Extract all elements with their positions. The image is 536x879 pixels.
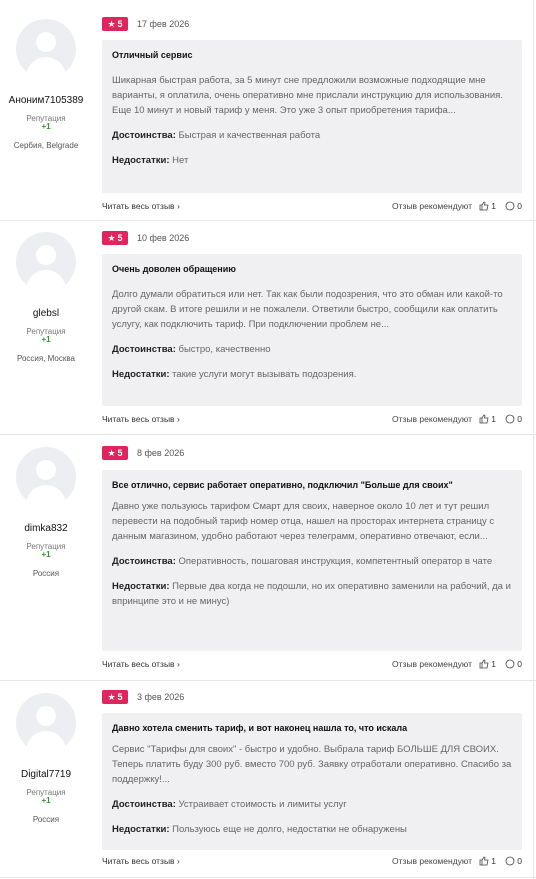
read-more-link[interactable]: Читать весь отзыв › [102, 201, 180, 211]
comments-button[interactable]: 0 [505, 414, 522, 424]
review-cons: Недостатки: Нет [112, 155, 189, 166]
reputation-value: +1 [41, 796, 51, 805]
reviewer-info: glebsl Репутация +1 Россия, Москва [0, 232, 92, 363]
star-icon: ★ [107, 18, 116, 29]
comments-button[interactable]: 0 [505, 856, 522, 866]
avatar[interactable] [16, 693, 76, 753]
review-date: 10 фев 2026 [137, 233, 190, 243]
avatar[interactable] [16, 19, 76, 79]
chevron-right-icon: › [176, 659, 180, 669]
recommend-label: Отзыв рекомендуют [392, 856, 472, 866]
comment-icon [505, 659, 515, 669]
star-icon: ★ [107, 447, 116, 458]
username[interactable]: Digital7719 [0, 769, 92, 780]
review-title: Очень доволен обращению [112, 264, 236, 274]
review-cons: Недостатки: такие услуги могут вызывать … [112, 369, 357, 380]
review-date: 8 фев 2026 [137, 448, 185, 458]
comments-button[interactable]: 0 [505, 659, 522, 669]
review-body: Отличный сервис Шикарная быстрая работа,… [102, 40, 522, 193]
review-body: Все отлично, сервис работает оперативно,… [102, 470, 522, 651]
review-body: Очень доволен обращению Долго думали обр… [102, 254, 522, 406]
comment-icon [505, 201, 515, 211]
review-text: Сервис "Тарифы для своих" - быстро и удо… [112, 744, 512, 785]
review-cons: Недостатки: Пользуюсь еще не долго, недо… [112, 824, 407, 835]
rating-badge: ★ 5 [102, 17, 128, 31]
read-more-link[interactable]: Читать весь отзыв › [102, 659, 180, 669]
rating-badge: ★ 5 [102, 446, 128, 460]
like-button[interactable]: 1 [479, 659, 496, 669]
review-title: Давно хотела сменить тариф, и вот наконе… [112, 723, 408, 733]
username[interactable]: dimka832 [0, 523, 92, 534]
rating-badge: ★ 5 [102, 690, 128, 704]
read-more-link[interactable]: Читать весь отзыв › [102, 856, 180, 866]
read-more-link[interactable]: Читать весь отзыв › [102, 414, 180, 424]
user-location: Россия, Москва [17, 354, 75, 363]
review-title: Отличный сервис [112, 50, 193, 60]
reputation-value: +1 [41, 550, 51, 559]
star-icon: ★ [107, 691, 116, 702]
user-location: Сербия, Belgrade [13, 141, 79, 150]
review-pros: Достоинства: Быстрая и качественная рабо… [112, 130, 321, 141]
review-title: Все отлично, сервис работает оперативно,… [112, 480, 453, 490]
like-button[interactable]: 1 [479, 414, 496, 424]
rating-badge: ★ 5 [102, 231, 128, 245]
review-text: Давно уже пользуюсь тарифом Смарт для св… [112, 501, 495, 542]
username[interactable]: Аноним7105389 [0, 95, 92, 106]
review-cons: Недостатки: Первые два когда не подошли,… [112, 581, 511, 607]
review-text: Долго думали обратиться или нет. Так как… [112, 289, 503, 330]
chevron-right-icon: › [176, 856, 180, 866]
recommend-label: Отзыв рекомендуют [392, 414, 472, 424]
review-text: Шикарная быстрая работа, за 5 минут сне … [112, 75, 503, 116]
recommend-label: Отзыв рекомендуют [392, 201, 472, 211]
recommend-label: Отзыв рекомендуют [392, 659, 472, 669]
username[interactable]: glebsl [0, 308, 92, 319]
reviewer-info: Digital7719 Репутация +1 Россия [0, 693, 92, 824]
review-pros: Достоинства: быстро, качественно [112, 344, 271, 355]
avatar[interactable] [16, 232, 76, 292]
thumbs-up-icon [479, 201, 489, 211]
comment-icon [505, 414, 515, 424]
reputation-value: +1 [41, 122, 51, 131]
chevron-right-icon: › [176, 414, 180, 424]
reviewer-info: dimka832 Репутация +1 Россия [0, 447, 92, 578]
thumbs-up-icon [479, 414, 489, 424]
like-button[interactable]: 1 [479, 856, 496, 866]
user-location: Россия [32, 815, 60, 824]
star-icon: ★ [107, 232, 116, 243]
review-date: 17 фев 2026 [137, 19, 190, 29]
comments-button[interactable]: 0 [505, 201, 522, 211]
thumbs-up-icon [479, 856, 489, 866]
like-button[interactable]: 1 [479, 201, 496, 211]
review-body: Давно хотела сменить тариф, и вот наконе… [102, 713, 522, 850]
review-pros: Достоинства: Оперативность, пошаговая ин… [112, 556, 493, 567]
user-location: Россия [32, 569, 60, 578]
avatar[interactable] [16, 447, 76, 507]
comment-icon [505, 856, 515, 866]
review-pros: Достоинства: Устраивает стоимость и лими… [112, 799, 347, 810]
reviewer-info: Аноним7105389 Репутация +1 Сербия, Belgr… [0, 19, 92, 150]
reputation-value: +1 [41, 335, 51, 344]
thumbs-up-icon [479, 659, 489, 669]
chevron-right-icon: › [176, 201, 180, 211]
review-date: 3 фев 2026 [137, 692, 185, 702]
